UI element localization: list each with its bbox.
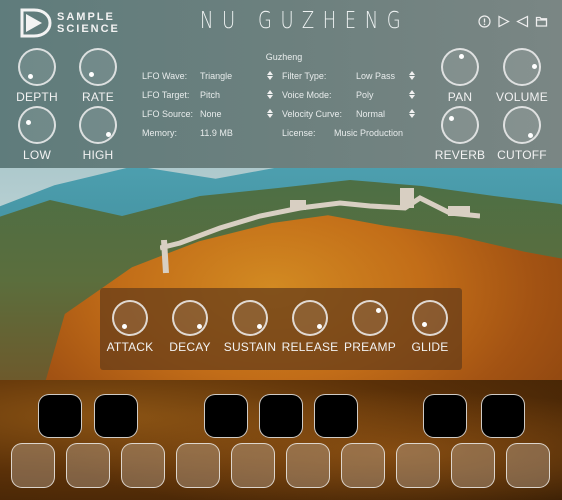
sustain-knob[interactable] (232, 300, 268, 336)
white-key[interactable] (341, 443, 385, 488)
cutoff-knob[interactable] (503, 106, 541, 144)
black-key[interactable] (314, 394, 358, 438)
knob-low[interactable]: LOW (8, 106, 66, 162)
black-key[interactable] (423, 394, 467, 438)
knob-rate[interactable]: RATE (69, 48, 127, 104)
voice-mode-value: Poly (356, 89, 374, 100)
knob-depth[interactable]: DEPTH (8, 48, 66, 104)
knob-pan[interactable]: PAN (431, 48, 489, 104)
knob-cutoff[interactable]: CUTOFF (493, 106, 551, 162)
lfo-wave-stepper[interactable] (266, 71, 274, 80)
knob-preamp[interactable]: PREAMP (341, 300, 399, 354)
reverb-knob[interactable] (441, 106, 479, 144)
info-row: LFO Target: Pitch Voice Mode: Poly (142, 85, 426, 104)
black-key[interactable] (38, 394, 82, 438)
low-knob[interactable] (18, 106, 56, 144)
knob-high[interactable]: HIGH (69, 106, 127, 162)
knob-decay[interactable]: DECAY (161, 300, 219, 354)
lfo-target-stepper[interactable] (266, 90, 274, 99)
white-key[interactable] (121, 443, 165, 488)
knob-reverb[interactable]: REVERB (431, 106, 489, 162)
voice-mode-stepper[interactable] (408, 90, 416, 99)
release-knob[interactable] (292, 300, 328, 336)
lfo-source-stepper[interactable] (266, 109, 274, 118)
instrument-name: Guzheng (265, 52, 303, 62)
info-icon[interactable] (478, 15, 491, 28)
velocity-curve-stepper[interactable] (408, 109, 416, 118)
pan-knob[interactable] (441, 48, 479, 86)
knob-attack[interactable]: ATTACK (101, 300, 159, 354)
great-wall (160, 188, 480, 274)
license-value: Music Production (334, 127, 404, 138)
play-icon[interactable] (497, 15, 510, 28)
lfo-source-value: None (200, 108, 222, 119)
black-key[interactable] (94, 394, 138, 438)
info-row: Memory: 11.9 MB License: Music Productio… (142, 127, 404, 138)
envelope-panel: ATTACK DECAY SUSTAIN RELEASE PREAMP GLID… (100, 288, 462, 370)
info-row: LFO Source: None Velocity Curve: Normal (142, 104, 426, 123)
velocity-curve-value: Normal (356, 108, 386, 119)
lfo-wave-value: Triangle (200, 70, 233, 81)
logo: SAMPLE SCIENCE (20, 8, 120, 38)
high-knob[interactable] (79, 106, 117, 144)
filter-type-value: Low Pass (356, 70, 396, 81)
white-key[interactable] (286, 443, 330, 488)
logo-icon (20, 8, 52, 38)
knob-release[interactable]: RELEASE (281, 300, 339, 354)
preamp-knob[interactable] (352, 300, 388, 336)
depth-knob[interactable] (18, 48, 56, 86)
rate-knob[interactable] (79, 48, 117, 86)
white-key[interactable] (396, 443, 440, 488)
white-key[interactable] (231, 443, 275, 488)
top-control-panel: SAMPLE SCIENCE NU GUZHENG DEPTH RATE LOW… (0, 0, 562, 168)
folder-icon[interactable] (535, 15, 548, 28)
attack-knob[interactable] (112, 300, 148, 336)
white-key[interactable] (66, 443, 110, 488)
knob-glide[interactable]: GLIDE (401, 300, 459, 354)
instrument-title: NU GUZHENG (200, 8, 410, 34)
instrument-info-panel: Guzheng LFO Wave: Triangle Filter Type: … (142, 52, 426, 148)
glide-knob[interactable] (412, 300, 448, 336)
white-key[interactable] (506, 443, 550, 488)
knob-sustain[interactable]: SUSTAIN (221, 300, 279, 354)
memory-value: 11.9 MB (200, 127, 233, 138)
header-icons (478, 15, 548, 28)
volume-knob[interactable] (503, 48, 541, 86)
info-row: LFO Wave: Triangle Filter Type: Low Pass (142, 66, 426, 85)
white-key[interactable] (451, 443, 495, 488)
knob-volume[interactable]: VOLUME (493, 48, 551, 104)
filter-type-stepper[interactable] (408, 71, 416, 80)
black-key[interactable] (481, 394, 525, 438)
back-icon[interactable] (516, 15, 529, 28)
black-key[interactable] (259, 394, 303, 438)
white-key[interactable] (176, 443, 220, 488)
brand-line-1: SAMPLE (57, 11, 115, 23)
brand-line-2: SCIENCE (57, 23, 120, 35)
white-key[interactable] (11, 443, 55, 488)
lfo-target-value: Pitch (200, 89, 221, 100)
black-key[interactable] (204, 394, 248, 438)
decay-knob[interactable] (172, 300, 208, 336)
